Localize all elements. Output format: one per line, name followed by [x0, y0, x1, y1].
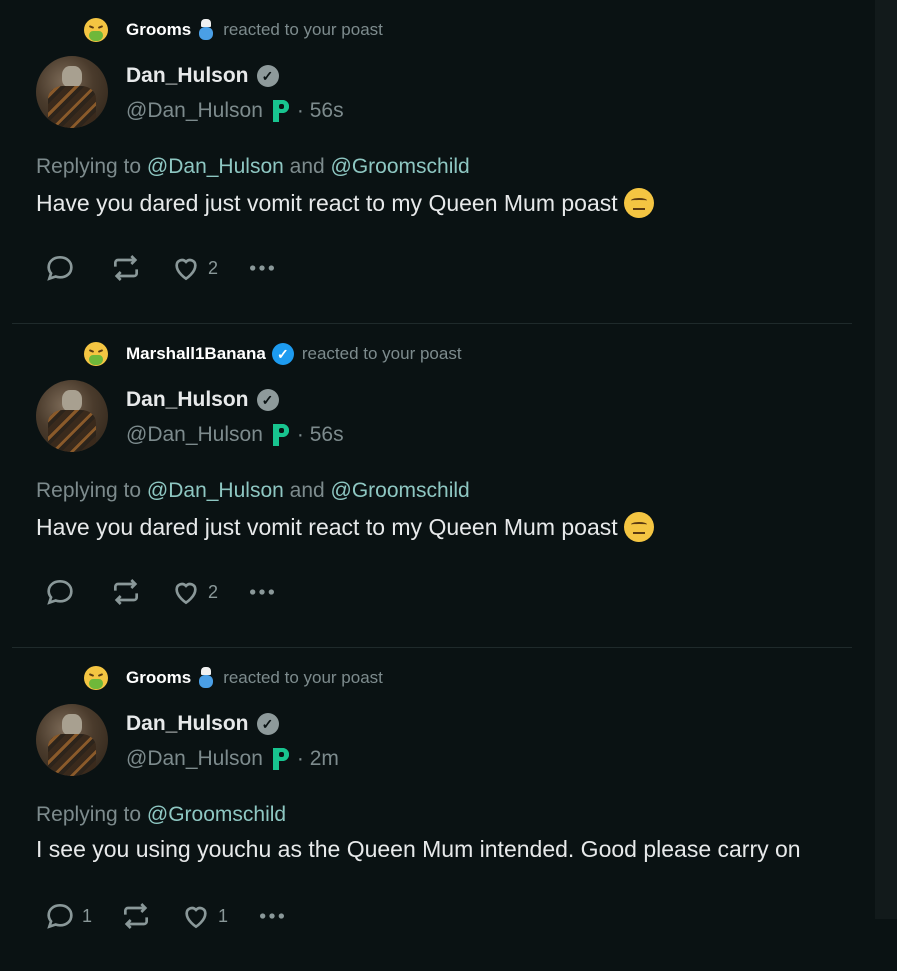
author-handle[interactable]: @Dan_Hulson	[126, 99, 263, 123]
reaction-text: reacted to your poast	[223, 20, 383, 39]
author-block: Dan_Hulson ✓ @Dan_Hulson · 56s	[126, 386, 344, 450]
heart-icon	[175, 582, 197, 605]
repost-icon	[114, 255, 138, 281]
reply-count: 1	[82, 905, 93, 926]
more-icon	[260, 913, 285, 919]
post-text: Have you dared just vomit react to my Qu…	[36, 513, 618, 540]
avatar[interactable]	[36, 56, 108, 128]
notification-item[interactable]: Grooms reacted to your poast Dan_Hulson …	[12, 0, 852, 324]
action-bar: 2	[44, 576, 306, 608]
repost-icon	[114, 579, 138, 605]
mention-link[interactable]: @Dan_Hulson	[147, 155, 284, 178]
author-block: Dan_Hulson ✓ @Dan_Hulson · 56s	[126, 62, 344, 126]
like-count: 2	[208, 257, 219, 278]
verified-check-icon: ✓	[256, 713, 279, 735]
like-button[interactable]: 2	[170, 252, 218, 284]
author-name[interactable]: Dan_Hulson	[126, 712, 249, 736]
notification-item[interactable]: Grooms reacted to your poast Dan_Hulson …	[12, 648, 852, 971]
reply-button[interactable]	[44, 576, 82, 608]
verified-check-icon: ✓	[256, 65, 279, 87]
vomit-emoji-icon	[84, 666, 108, 690]
replying-prefix: Replying to	[36, 803, 142, 826]
post-text: I see you using youchu as the Queen Mum …	[36, 836, 801, 862]
post-body: I see you using youchu as the Queen Mum …	[36, 836, 801, 863]
reply-icon	[47, 255, 73, 281]
reaction-text: reacted to your poast	[223, 668, 383, 687]
reactor-name[interactable]: Marshall1Banana	[126, 344, 266, 364]
action-bar: 1 1	[44, 900, 316, 932]
avatar[interactable]	[36, 380, 108, 452]
replying-joiner: and	[289, 479, 325, 502]
more-button[interactable]	[256, 900, 288, 932]
vomit-emoji-icon	[84, 18, 108, 42]
raised-eyebrow-emoji-icon	[623, 188, 654, 218]
more-button[interactable]	[246, 576, 278, 608]
p-badge-icon	[271, 748, 291, 770]
author-name[interactable]: Dan_Hulson	[126, 64, 249, 88]
like-button[interactable]: 1	[180, 900, 228, 932]
like-count: 2	[208, 581, 219, 602]
reply-icon	[47, 903, 73, 929]
author-block: Dan_Hulson ✓ @Dan_Hulson · 2m	[126, 710, 339, 774]
timestamp[interactable]: · 56s	[297, 99, 344, 123]
reaction-row: Grooms reacted to your poast	[84, 14, 383, 46]
verified-badge-icon: ✓	[271, 343, 294, 365]
replying-joiner: and	[289, 155, 325, 178]
repost-button[interactable]	[120, 900, 152, 932]
mention-link[interactable]: @Groomschild	[331, 155, 470, 178]
replying-prefix: Replying to	[36, 155, 142, 178]
raised-eyebrow-emoji-icon	[623, 512, 654, 542]
repost-icon	[124, 903, 149, 929]
like-count: 1	[218, 905, 229, 926]
replying-prefix: Replying to	[36, 479, 142, 502]
reactor-name[interactable]: Grooms	[126, 20, 191, 40]
p-badge-icon	[271, 100, 291, 122]
post-body: Have you dared just vomit react to my Qu…	[36, 512, 654, 542]
repost-button[interactable]	[110, 252, 142, 284]
replying-to: Replying to @Groomschild	[36, 803, 286, 827]
more-icon	[250, 265, 275, 271]
reply-button[interactable]: 1	[44, 900, 92, 932]
vomit-emoji-icon	[84, 342, 108, 366]
heart-icon	[185, 906, 207, 929]
author-handle[interactable]: @Dan_Hulson	[126, 747, 263, 771]
notification-item[interactable]: Marshall1Banana ✓ reacted to your poast …	[12, 324, 852, 648]
like-button[interactable]: 2	[170, 576, 218, 608]
replying-to: Replying to @Dan_Hulson and @Groomschild	[36, 155, 470, 179]
chef-badge-icon	[197, 667, 215, 689]
reactor-name[interactable]: Grooms	[126, 668, 191, 688]
reaction-text: reacted to your poast	[301, 344, 462, 363]
reply-icon	[47, 579, 73, 605]
mention-link[interactable]: @Dan_Hulson	[147, 479, 284, 502]
verified-check-icon: ✓	[256, 389, 279, 411]
repost-button[interactable]	[110, 576, 142, 608]
reply-button[interactable]	[44, 252, 82, 284]
author-name[interactable]: Dan_Hulson	[126, 388, 249, 412]
reaction-row: Marshall1Banana ✓ reacted to your poast	[84, 338, 462, 370]
mention-link[interactable]: @Groomschild	[147, 803, 286, 826]
more-icon	[250, 589, 275, 595]
action-bar: 2	[44, 252, 306, 284]
heart-icon	[175, 258, 197, 281]
reaction-row: Grooms reacted to your poast	[84, 662, 383, 694]
more-button[interactable]	[246, 252, 278, 284]
mention-link[interactable]: @Groomschild	[331, 479, 470, 502]
replying-to: Replying to @Dan_Hulson and @Groomschild	[36, 479, 470, 503]
notification-feed: Grooms reacted to your poast Dan_Hulson …	[0, 0, 864, 971]
scrollbar-track[interactable]	[875, 0, 897, 919]
p-badge-icon	[271, 424, 291, 446]
avatar[interactable]	[36, 704, 108, 776]
chef-badge-icon	[197, 19, 215, 41]
author-handle[interactable]: @Dan_Hulson	[126, 423, 263, 447]
timestamp[interactable]: · 56s	[297, 423, 344, 447]
timestamp[interactable]: · 2m	[297, 747, 339, 771]
post-text: Have you dared just vomit react to my Qu…	[36, 189, 618, 216]
post-body: Have you dared just vomit react to my Qu…	[36, 188, 654, 218]
